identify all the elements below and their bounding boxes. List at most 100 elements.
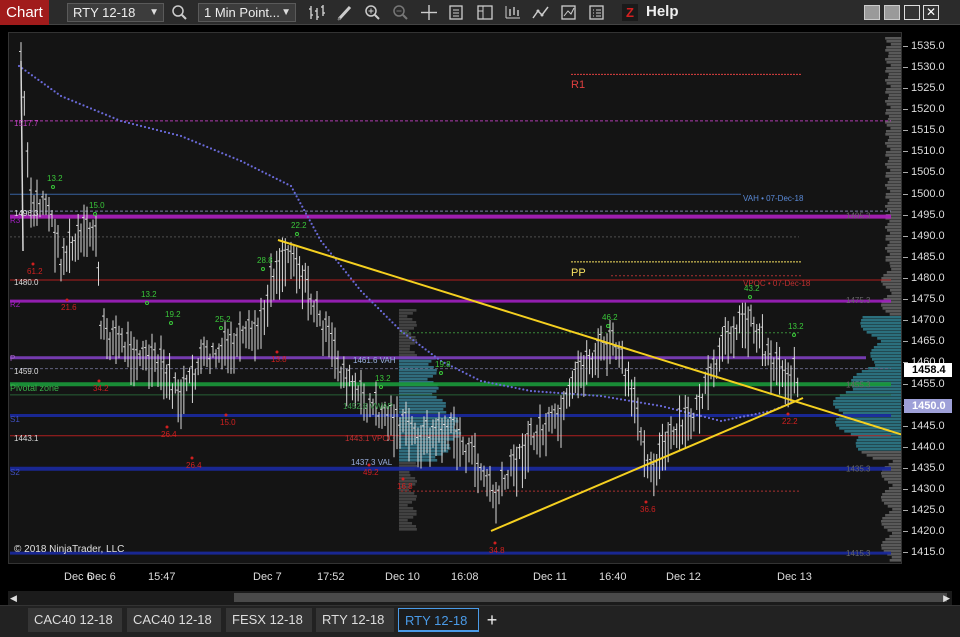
vwap-dot [101, 112, 104, 115]
profile-row [399, 474, 411, 477]
instrument-selector[interactable]: RTY 12-18 ▼ [67, 3, 164, 22]
vwap-dot [667, 406, 671, 410]
profile-row [888, 487, 901, 490]
close-icon[interactable]: ✕ [923, 5, 939, 20]
ninjascript-z-icon[interactable]: Z [622, 4, 638, 21]
drawing-tools-icon[interactable] [559, 3, 579, 22]
maximize-icon[interactable] [904, 5, 920, 20]
chart-trader-icon[interactable] [475, 3, 495, 22]
tab-fesx[interactable]: FESX 12-18 [226, 608, 312, 632]
annotation-red: 26.4 [161, 430, 177, 439]
vwap-dot [711, 417, 715, 421]
profile-row [890, 148, 901, 151]
vwap-dot [347, 274, 350, 277]
chart-panel[interactable]: R1 PP VAH • 07-Dec-18 VPOC • 07-Dec-18 1… [8, 32, 902, 564]
profile-row [881, 472, 901, 475]
profile-row [874, 361, 901, 364]
profile-row [889, 535, 901, 538]
vwap-dot [553, 391, 556, 394]
profile-row [887, 160, 901, 163]
profile-row [858, 436, 901, 439]
price-tick-label: 1520.0 [903, 103, 945, 116]
vwap-dot [394, 324, 397, 327]
profile-row [856, 445, 901, 448]
vwap-dot [337, 261, 340, 264]
vwap-dot [239, 159, 243, 163]
tab-rty-1[interactable]: RTY 12-18 [316, 608, 394, 632]
price-tick-label: 1490.0 [903, 229, 945, 242]
vwap-dot [295, 195, 298, 198]
vwap-dot [487, 381, 490, 384]
time-tick-label: Dec 6 [87, 571, 116, 583]
vwap-dot [510, 386, 513, 389]
interval-selector[interactable]: 1 Min Point... ▼ [198, 3, 296, 22]
data-box-icon[interactable] [447, 3, 467, 22]
profile-row [399, 498, 417, 501]
indicators-icon[interactable] [503, 3, 523, 22]
profile-row [885, 163, 901, 166]
scroll-thumb[interactable] [234, 593, 947, 602]
price-chart[interactable]: R1 PP VAH • 07-Dec-18 VPOC • 07-Dec-18 1… [9, 33, 902, 564]
vwap-dot [545, 391, 548, 394]
scroll-right-icon[interactable]: ▶ [943, 593, 950, 604]
vwap-dot [289, 184, 293, 188]
profile-row [892, 508, 901, 511]
zoom-out-icon[interactable] [391, 3, 411, 22]
profile-row [838, 409, 901, 412]
profile-row [399, 492, 415, 495]
vwap-dot [742, 415, 746, 418]
pencil-icon[interactable] [335, 3, 355, 22]
minimize-icon[interactable] [864, 5, 880, 20]
annotation-dot [97, 379, 101, 383]
annotation-red: 26.4 [186, 461, 202, 470]
profile-row [833, 400, 901, 403]
vwap-dot [198, 142, 201, 145]
profile-row [882, 307, 901, 310]
vwap-dot [56, 92, 59, 95]
profile-row [892, 460, 901, 463]
r2-marker: R2 [10, 300, 21, 309]
tab-rty-2[interactable]: RTY 12-18 [398, 608, 479, 632]
tab-cac40-2[interactable]: CAC40 12-18 [127, 608, 221, 632]
strategies-icon[interactable] [531, 3, 551, 22]
profile-row [399, 495, 417, 498]
current-price-flag: 1450.0 [904, 398, 952, 413]
vwap-dot [86, 105, 89, 109]
profile-row [858, 448, 901, 451]
vwap-dot [561, 392, 564, 395]
bar-style-icon[interactable] [307, 3, 327, 22]
vwap-dot [495, 382, 498, 386]
search-icon[interactable] [170, 3, 190, 22]
time-tick-label: Dec 13 [777, 571, 812, 583]
time-tick-label: 17:52 [317, 571, 345, 583]
vwap-dot [236, 158, 239, 161]
profile-row [884, 490, 901, 493]
tab-cac40-1[interactable]: CAC40 12-18 [28, 608, 122, 632]
vwap-dot [388, 318, 391, 321]
scroll-left-icon[interactable]: ◀ [10, 593, 17, 604]
vwap-dot [433, 355, 436, 358]
vwap-dot [615, 397, 619, 400]
day-volume-profile [399, 309, 462, 531]
profile-row [888, 136, 901, 139]
add-tab-button[interactable]: + [481, 608, 503, 632]
chart-window-title[interactable]: Chart [0, 0, 49, 25]
annotation-red: 34.8 [489, 546, 505, 555]
annotation-green: 19.8 [435, 360, 451, 369]
help-menu[interactable]: Help [646, 3, 679, 20]
profile-row [399, 462, 416, 465]
profile-price-label: 1435.3 [846, 465, 871, 474]
profile-row [860, 325, 901, 328]
properties-icon[interactable] [587, 3, 607, 22]
time-axis[interactable]: Dec 6 Dec 6 15:47 Dec 7 17:52 Dec 10 16:08 Dec … [8, 565, 902, 587]
restore-icon[interactable] [884, 5, 900, 20]
horizontal-scrollbar[interactable]: ◀ ▶ [8, 591, 952, 605]
vwap-dot [151, 127, 155, 131]
crosshair-icon[interactable] [419, 3, 439, 22]
profile-row [888, 52, 901, 55]
price-axis[interactable]: 1535.0 1530.0 1525.0 1520.0 1515.0 1510.0 1505… [903, 32, 960, 564]
zoom-in-icon[interactable] [363, 3, 383, 22]
price-tick-label: 1415.0 [903, 546, 945, 559]
vwap-dot [359, 289, 363, 293]
annotation-dot [401, 477, 405, 481]
